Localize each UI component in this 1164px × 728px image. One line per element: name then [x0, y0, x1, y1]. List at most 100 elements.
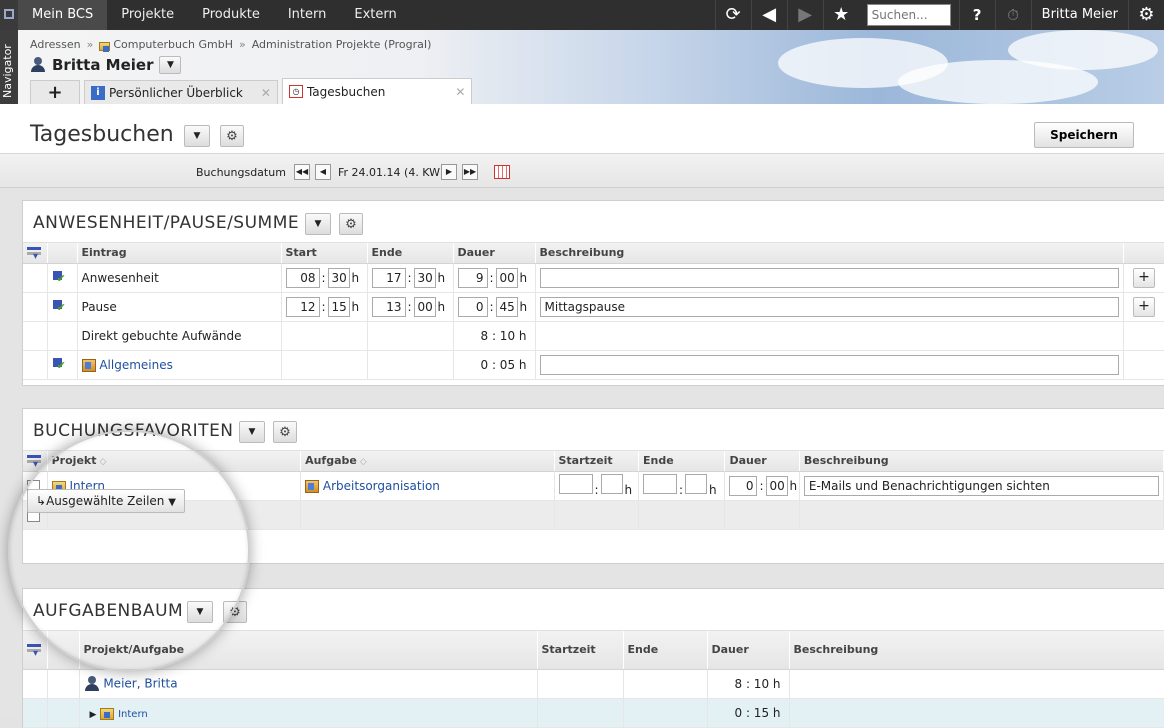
column-options-icon[interactable]	[23, 631, 48, 670]
start-hour-input[interactable]: 08	[285, 267, 320, 288]
favorites-star-icon[interactable]: ★	[822, 0, 859, 30]
duration-minute-input[interactable]: 00	[495, 267, 518, 288]
help-button[interactable]: ?	[958, 0, 995, 30]
start-hour-input[interactable]	[558, 474, 593, 494]
start-minute-input[interactable]: 30	[327, 267, 350, 288]
breadcrumb-adressen[interactable]: Adressen	[30, 38, 81, 51]
end-minute-input[interactable]	[685, 474, 708, 494]
add-row-button[interactable]: +	[1133, 296, 1155, 317]
end-hour-input[interactable]	[642, 474, 677, 494]
duration-hour-input[interactable]: 9	[457, 267, 488, 288]
page-settings-gear-icon[interactable]: ⚙	[220, 125, 244, 147]
column-options-icon[interactable]	[23, 243, 48, 264]
start-minute-input[interactable]: 15	[327, 296, 350, 317]
app-logo-icon[interactable]	[0, 0, 18, 30]
nav-intern[interactable]: Intern	[274, 0, 341, 30]
task-tree-panel-settings-icon[interactable]: ⚙	[223, 601, 247, 623]
user-menu[interactable]: Britta Meier	[1030, 0, 1128, 30]
attendance-panel-settings-icon[interactable]: ⚙	[339, 213, 363, 235]
start-minute-input[interactable]	[600, 474, 623, 494]
person-icon	[30, 57, 46, 73]
favorites-panel-dropdown[interactable]: ▼	[239, 421, 265, 443]
back-arrow-icon[interactable]: ◀	[750, 0, 787, 30]
tree-duration: 0 : 15 h	[707, 698, 790, 728]
favorites-panel-settings-icon[interactable]: ⚙	[273, 421, 297, 443]
date-navigation-bar: Buchungsdatum ◀◀ ◀ Fr 24.01.14 (4. KW) ▶…	[0, 154, 1164, 188]
task-tree-panel-dropdown[interactable]: ▼	[187, 601, 213, 623]
nav-mein-bcs[interactable]: Mein BCS	[18, 0, 108, 30]
save-button[interactable]: Speichern	[1034, 122, 1134, 148]
expand-arrow-icon[interactable]: ▶	[90, 710, 97, 720]
tab-tagesbuchen[interactable]: ◷ Tagesbuchen ✕	[281, 78, 473, 104]
breadcrumb: Adressen» Computerbuch GmbH» Administratio…	[30, 38, 432, 52]
description-input[interactable]	[539, 267, 1119, 288]
column-header-projekt[interactable]: Projekt ◇	[47, 451, 302, 472]
company-icon	[99, 41, 111, 52]
column-header-start: Start	[281, 243, 368, 264]
tab-persoenlicher-ueberblick[interactable]: i Persönlicher Überblick ✕	[84, 80, 278, 104]
description-input[interactable]: E-Mails und Benachrichtigungen sichten	[803, 475, 1159, 496]
context-title: Britta Meier ▼	[30, 56, 182, 74]
task-icon	[305, 479, 320, 493]
forward-arrow-icon[interactable]: ▶	[786, 0, 823, 30]
end-hour-input[interactable]: 17	[371, 267, 406, 288]
favorites-table: Projekt◇ Aufgabe◇ Startzeit Ende Dauer B…	[23, 451, 1164, 530]
next-week-button[interactable]: ▶▶	[462, 164, 478, 180]
attendance-panel-title: ANWESENHEIT/PAUSE/SUMME	[33, 213, 300, 233]
calendar-icon[interactable]	[494, 165, 510, 179]
duration-hour-input[interactable]: 0	[729, 475, 758, 496]
duration-minute-input[interactable]: 45	[495, 296, 518, 317]
task-tree-table: Projekt/Aufgabe Startzeit Ende Dauer Bes…	[23, 631, 1164, 728]
tab-label: Tagesbuchen	[306, 84, 386, 99]
duration-minute-input[interactable]: 00	[765, 475, 788, 496]
refresh-icon[interactable]: ⟳	[714, 0, 751, 30]
end-minute-input[interactable]: 00	[413, 296, 436, 317]
description-input[interactable]	[539, 354, 1119, 375]
table-row	[23, 500, 1164, 530]
general-task-link[interactable]: Allgemeines	[99, 358, 173, 372]
table-row: Anwesenheit 08:30h 17:30h 9:00h +	[23, 263, 1164, 293]
navigator-toggle[interactable]: Navigator	[0, 30, 18, 104]
attendance-panel: ANWESENHEIT/PAUSE/SUMME ▼ ⚙ Eintrag Star…	[22, 200, 1164, 386]
tree-duration: 8 : 10 h	[707, 669, 790, 699]
add-row-button[interactable]: +	[1133, 267, 1155, 288]
next-day-button[interactable]: ▶	[441, 164, 457, 180]
settings-gear-icon[interactable]: ⚙	[1128, 0, 1164, 30]
new-tab-button[interactable]: +	[30, 80, 80, 104]
close-tab-icon[interactable]: ✕	[455, 85, 465, 99]
chevron-down-icon: ▼	[168, 497, 176, 508]
prev-week-button[interactable]: ◀◀	[294, 164, 310, 180]
table-row: ▶ Intern 0 : 15 h	[23, 698, 1164, 728]
search-input[interactable]	[866, 4, 951, 26]
end-hour-input[interactable]: 13	[371, 296, 406, 317]
nav-projekte[interactable]: Projekte	[107, 0, 188, 30]
tree-person-link[interactable]: Meier, Britta	[103, 676, 177, 690]
table-row: Intern Arbeitsorganisation :h :h 0:00 h E…	[23, 471, 1164, 501]
top-bar: Mein BCS Projekte Produkte Intern Extern…	[0, 0, 1164, 30]
nav-extern[interactable]: Extern	[340, 0, 410, 30]
date-label: Buchungsdatum	[196, 166, 286, 179]
breadcrumb-project[interactable]: Administration Projekte (ProgrаI)	[252, 38, 432, 51]
prev-day-button[interactable]: ◀	[315, 164, 331, 180]
attendance-panel-dropdown[interactable]: ▼	[305, 213, 331, 235]
attendance-entry-icon	[52, 270, 68, 286]
selected-rows-button[interactable]: ↳Ausgewählte Zeilen ▼	[27, 489, 185, 513]
description-input[interactable]: Mittagspause	[539, 296, 1119, 317]
breadcrumb-company[interactable]: Computerbuch GmbH	[113, 38, 233, 51]
context-dropdown-button[interactable]: ▼	[159, 56, 182, 74]
duration-hour-input[interactable]: 0	[457, 296, 488, 317]
person-icon	[84, 675, 100, 692]
stopwatch-icon[interactable]: ⏱	[994, 0, 1031, 30]
arrow-return-icon: ↳	[36, 494, 47, 508]
task-link[interactable]: Arbeitsorganisation	[323, 479, 440, 493]
close-tab-icon[interactable]: ✕	[261, 86, 271, 100]
column-header-aufgabe[interactable]: Aufgabe ◇	[300, 451, 555, 472]
end-minute-input[interactable]: 30	[413, 267, 436, 288]
column-options-icon[interactable]	[23, 451, 48, 472]
page-title-dropdown[interactable]: ▼	[184, 125, 210, 147]
attendance-table: Eintrag Start Ende Dauer Beschreibung An…	[23, 243, 1164, 380]
nav-produkte[interactable]: Produkte	[188, 0, 274, 30]
table-row: Direkt gebuchte Aufwände 8 : 10 h	[23, 321, 1164, 351]
table-row: Allgemeines 0 : 05 h	[23, 350, 1164, 380]
start-hour-input[interactable]: 12	[285, 296, 320, 317]
